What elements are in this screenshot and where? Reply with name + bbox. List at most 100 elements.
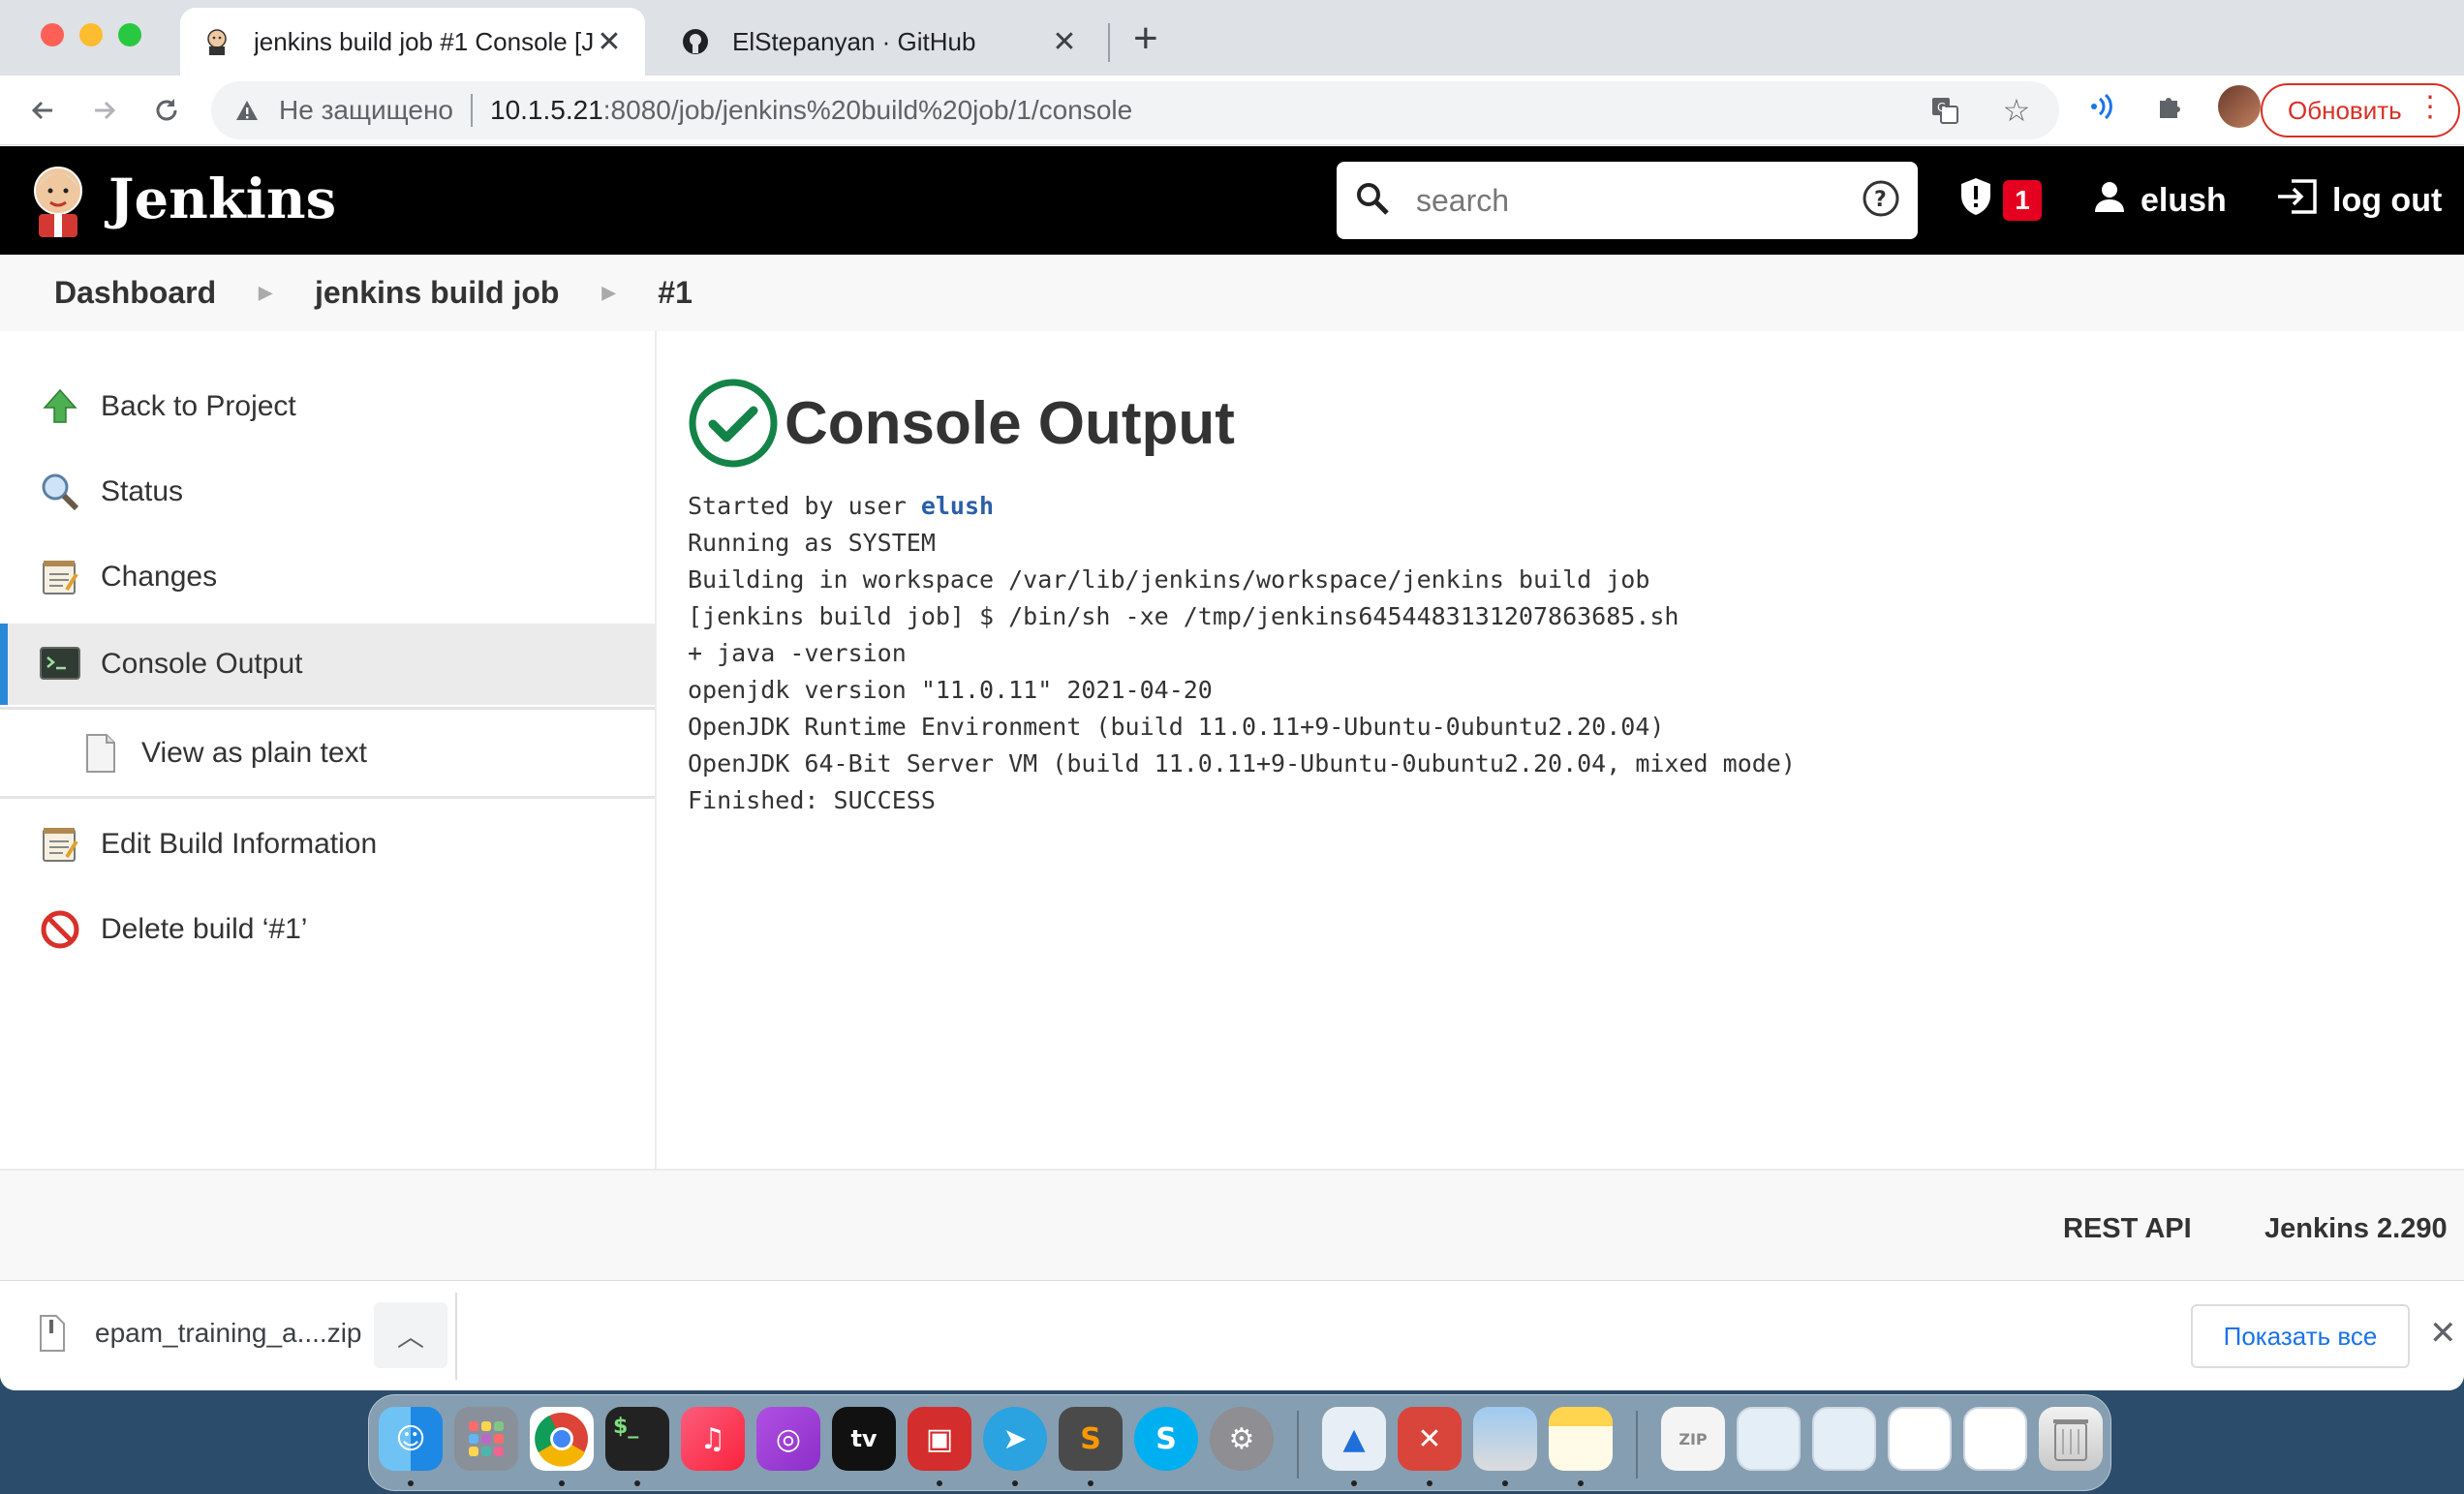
browser-window: jenkins build job #1 Console [Je ✕ ElSte… [0,0,2464,1390]
breadcrumb-job[interactable]: jenkins build job [315,275,559,311]
extension-broadcast-icon[interactable] [2082,87,2121,126]
user-link[interactable]: elush [921,492,994,520]
page-title: Console Output [688,378,1235,469]
jenkins-header: Jenkins ? 1 elush log [0,146,2464,255]
trash-icon[interactable] [2039,1407,2103,1471]
tab-close-icon[interactable]: ✕ [1050,25,1079,59]
tab-title: ElStepanyan · GitHub [732,26,976,56]
jenkins-version-link[interactable]: Jenkins 2.290 [2264,1213,2448,1245]
running-indicator [634,1480,640,1486]
chrome-icon[interactable] [530,1407,594,1471]
minimized-window-icon[interactable] [1812,1407,1876,1471]
sidebar-item-back-to-project[interactable]: Back to Project [0,366,655,447]
address-bar[interactable]: Не защищено 10.1.5.21:8080/job/jenkins%2… [211,81,2059,139]
back-arrow-icon[interactable] [19,87,66,134]
sidebar-item-delete-build[interactable]: Delete build ‘#1’ [0,889,655,970]
console-line: OpenJDK Runtime Environment (build 11.0.… [688,713,1665,741]
security-alerts[interactable]: 1 [1958,175,2042,226]
minimize-window-button[interactable] [79,23,103,46]
sidebar-item-view-plain-text[interactable]: View as plain text [0,713,655,794]
sidebar-item-label: View as plain text [141,737,367,769]
console-line: openjdk version "11.0.11" 2021-04-20 [688,676,1213,704]
keynote-icon[interactable]: ▲ [1322,1407,1386,1471]
github-icon [680,26,711,57]
chevron-up-icon[interactable]: ︿ [374,1302,447,1368]
browser-toolbar: Не защищено 10.1.5.21:8080/job/jenkins%2… [0,76,2464,145]
breadcrumb: Dashboard ▶ jenkins build job ▶ #1 [0,255,2464,331]
apple-tv-icon[interactable]: tv [832,1407,896,1471]
breadcrumb-build[interactable]: #1 [658,275,693,311]
bookmark-star-icon[interactable]: ☆ [1997,91,2036,130]
finder-icon[interactable]: ☺ [379,1407,443,1471]
notes-icon[interactable] [1549,1407,1613,1471]
zoom-window-button[interactable] [118,23,141,46]
terminal-app-icon[interactable]: $_ [605,1407,669,1471]
minimized-window-icon[interactable] [1888,1407,1952,1471]
no-entry-icon [39,908,81,951]
running-indicator [1578,1480,1584,1486]
jenkins-logo-icon[interactable] [29,162,87,239]
main-content: Console Output Started by user elush Runn… [659,331,2464,1169]
show-all-downloads-button[interactable]: Показать все [2191,1304,2410,1368]
search-box: ? [1337,162,1918,239]
sidebar-item-changes[interactable]: Changes [0,536,655,618]
logout-label: log out [2332,181,2443,219]
preview-icon[interactable] [1473,1407,1537,1471]
jenkins-favicon-icon [201,26,232,57]
user-menu[interactable]: elush [2092,175,2227,226]
alert-count-badge: 1 [2003,180,2042,221]
update-browser-button[interactable]: Обновить ⋮ [2261,83,2460,137]
sidebar-divider [0,707,655,710]
console-line: + java -version [688,639,907,667]
downloads-divider [455,1293,457,1380]
logout-link[interactable]: log out [2276,175,2442,226]
help-icon[interactable]: ? [1862,179,1900,223]
minimized-window-icon[interactable] [1737,1407,1801,1471]
system-preferences-icon[interactable]: ⚙ [1210,1407,1274,1471]
close-icon[interactable]: ✕ [2429,1314,2457,1353]
download-item[interactable]: epam_training_a....zip [39,1314,362,1353]
console-line: OpenJDK 64-Bit Server VM (build 11.0.11+… [688,749,1796,777]
jenkins-brand[interactable]: Jenkins [108,168,336,231]
running-indicator [1088,1480,1093,1486]
launchpad-icon[interactable] [454,1407,518,1471]
sidebar-item-status[interactable]: Status [0,451,655,533]
forward-arrow-icon[interactable] [81,87,128,134]
sidebar-item-label: Status [101,475,184,507]
sidebar-item-edit-build-info[interactable]: Edit Build Information [0,804,655,885]
tab-title: jenkins build job #1 Console [Je [254,26,595,56]
rest-api-link[interactable]: REST API [2063,1213,2192,1245]
sidebar-item-console-output[interactable]: Console Output [0,624,655,705]
profile-avatar[interactable] [2218,85,2261,128]
podcasts-icon[interactable]: ◎ [756,1407,820,1471]
search-input[interactable] [1416,182,1862,219]
photo-booth-icon[interactable]: ▣ [908,1407,971,1471]
zip-archive-icon[interactable]: ZIP [1661,1407,1725,1471]
console-line: [jenkins build job] $ /bin/sh -xe /tmp/j… [688,602,1679,630]
jenkins-footer: REST API Jenkins 2.290 [0,1169,2464,1280]
zip-file-icon [39,1314,66,1353]
minimized-window-icon[interactable] [1963,1407,2027,1471]
tab-close-icon[interactable]: ✕ [595,25,624,59]
breadcrumb-dashboard[interactable]: Dashboard [54,275,216,311]
warning-triangle-icon[interactable] [232,96,262,125]
url-host: 10.1.5.21 [490,95,603,125]
console-line: Running as SYSTEM [688,529,936,557]
tab-github[interactable]: ElStepanyan · GitHub ✕ [659,8,1100,76]
sublime-text-icon[interactable]: S [1059,1407,1123,1471]
shield-icon [1958,176,1993,226]
menu-kebab-icon[interactable]: ⋮ [2416,93,2445,122]
new-tab-button[interactable]: + [1133,17,1158,60]
extensions-puzzle-icon[interactable] [2150,87,2189,126]
skype-icon[interactable]: S [1134,1407,1198,1471]
translate-icon[interactable]: G [1925,91,1964,130]
remote-desktop-icon[interactable]: ✕ [1398,1407,1462,1471]
music-icon[interactable]: ♫ [681,1407,745,1471]
console-line: Finished: SUCCESS [688,786,936,814]
reload-icon[interactable] [143,87,190,134]
breadcrumb-chevron-icon: ▶ [601,283,616,302]
running-indicator [1502,1480,1508,1486]
close-window-button[interactable] [41,23,64,46]
telegram-icon[interactable]: ➤ [983,1407,1047,1471]
tab-jenkins-console[interactable]: jenkins build job #1 Console [Je ✕ [180,8,645,76]
